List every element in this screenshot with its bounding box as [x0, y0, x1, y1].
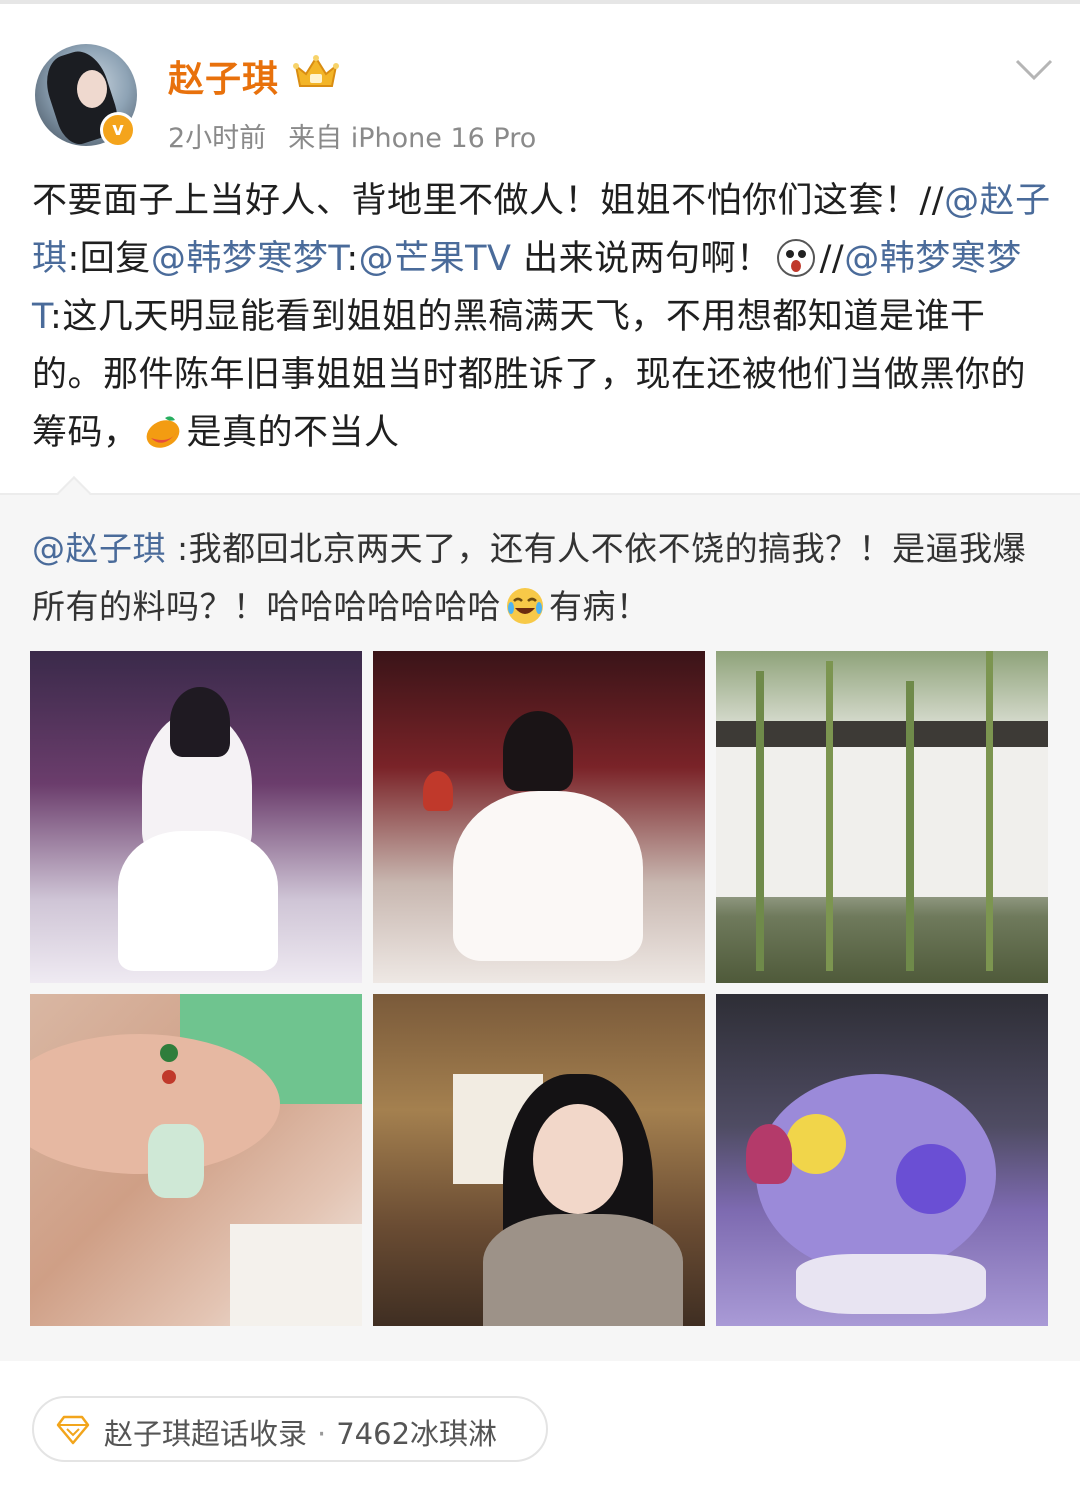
photo-grid: [30, 651, 1048, 1326]
repost-text: @赵子琪 :我都回北京两天了，还有人不依不饶的搞我？！是逼我爆所有的料吗？！哈哈…: [32, 520, 1052, 636]
yellow-flower: [786, 1114, 846, 1174]
mention-link[interactable]: @韩梦寒梦T: [151, 239, 347, 279]
top-divider: [0, 0, 1080, 4]
performer-hair: [503, 711, 573, 791]
super-topic-label: 赵子琪超话收录 · 7462冰琪淋: [104, 1411, 497, 1453]
bamboo-stalk: [756, 671, 764, 971]
post-time: 2小时前: [168, 123, 267, 154]
flower-bouquet-photo[interactable]: [716, 994, 1048, 1326]
bamboo-stalk: [826, 661, 833, 971]
separator: ·: [317, 1417, 327, 1451]
performer-hair: [170, 687, 230, 757]
mango-emoji-icon: [146, 416, 179, 448]
post-text-5: //: [819, 239, 845, 279]
super-topic-pill[interactable]: 赵子琪超话收录 · 7462冰琪淋: [32, 1396, 548, 1462]
shocked-face-emoji-icon: [776, 239, 815, 277]
white-dress: [118, 831, 278, 971]
avatar-face: [77, 70, 107, 108]
post-source: 来自 iPhone 16 Pro: [288, 123, 537, 154]
white-dress: [453, 791, 643, 961]
white-wall: [716, 747, 1048, 897]
bamboo-stalk: [986, 651, 993, 971]
diamond-icon: [56, 1415, 90, 1445]
crown-icon[interactable]: [290, 52, 342, 92]
jade-bead: [160, 1044, 178, 1062]
chevron-down-icon[interactable]: [1014, 58, 1054, 82]
post-text-1: 不要面子上当好人、背地里不做人！姐姐不怕你们这套！//: [32, 181, 945, 221]
fan-count: 7462冰琪淋: [336, 1417, 498, 1451]
garden-photo[interactable]: [716, 651, 1048, 983]
stage-photo-1[interactable]: [30, 651, 362, 983]
post-text-2: :回复: [67, 239, 151, 279]
portrait-photo[interactable]: [373, 994, 705, 1326]
post-text-3: :: [346, 239, 359, 279]
paper: [230, 1224, 362, 1326]
stage-photo-2[interactable]: [373, 651, 705, 983]
topic-name: 赵子琪超话收录: [104, 1417, 308, 1451]
wrapping-paper: [796, 1254, 986, 1314]
red-bead: [162, 1070, 176, 1084]
purple-rose: [896, 1144, 966, 1214]
post-text-7: 是真的不当人: [186, 413, 400, 453]
post-meta: 2小时前 来自 iPhone 16 Pro: [168, 116, 536, 155]
post-text: 不要面子上当好人、背地里不做人！姐姐不怕你们这套！//@赵子琪:回复@韩梦寒梦T…: [32, 172, 1052, 462]
red-prop: [423, 771, 453, 811]
repost-text-2: 有病！: [549, 587, 650, 626]
laughing-tears-emoji-icon: [507, 588, 543, 624]
roof-tiles: [716, 721, 1048, 747]
portrait-face: [533, 1104, 623, 1214]
calla-lily: [746, 1124, 792, 1184]
portrait-coat: [483, 1214, 683, 1326]
jade-pendant: [148, 1124, 204, 1198]
verified-badge-icon: v: [100, 112, 136, 148]
jade-pendant-photo[interactable]: [30, 994, 362, 1326]
username[interactable]: 赵子琪: [168, 50, 279, 102]
mention-link[interactable]: @芒果TV: [359, 239, 512, 279]
bamboo-stalk: [906, 681, 914, 971]
post-text-4: 出来说两句啊！: [511, 239, 772, 279]
mention-link[interactable]: @赵子琪: [32, 529, 166, 568]
